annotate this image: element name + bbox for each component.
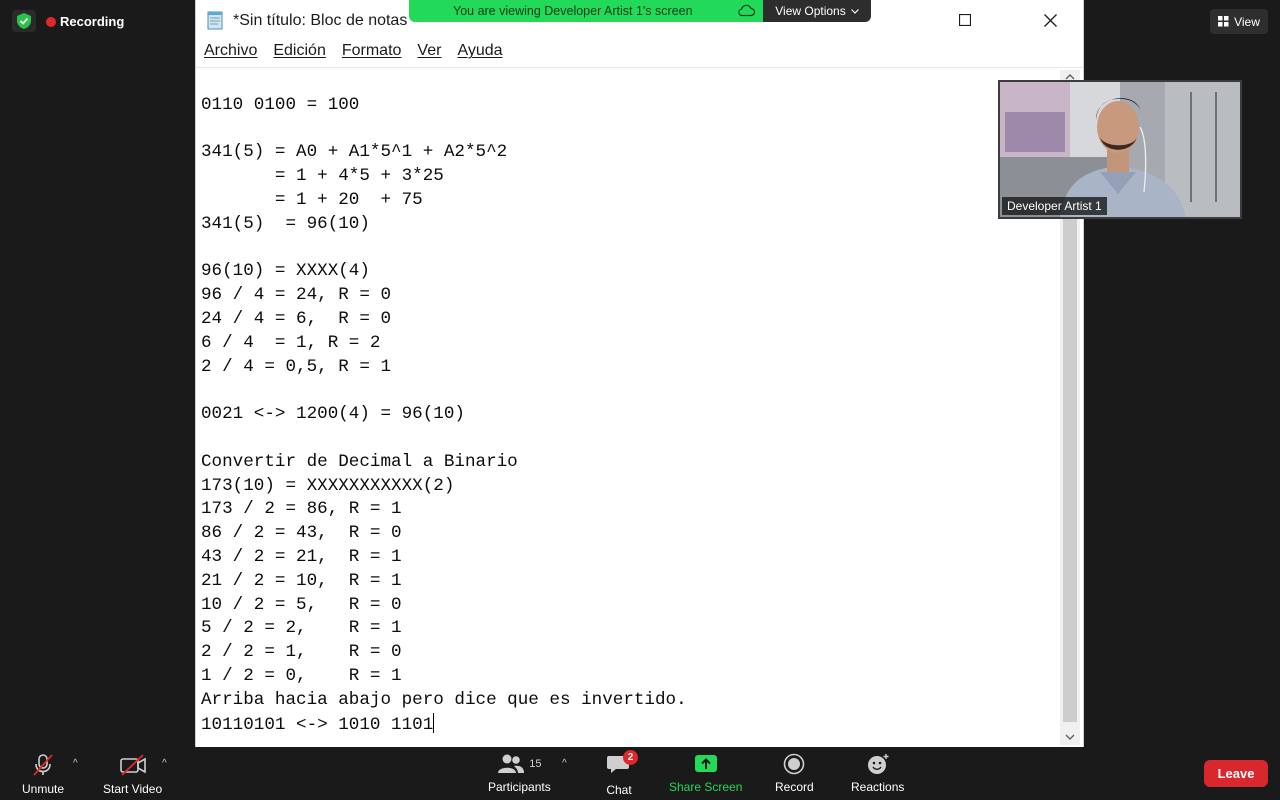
text-line: 173 / 2 = 86, R = 1 — [201, 499, 402, 520]
participants-count: 15 — [529, 758, 542, 770]
unmute-button[interactable]: Unmute — [22, 753, 64, 796]
security-shield-icon[interactable] — [12, 10, 36, 32]
menu-ayuda[interactable]: Ayuda — [457, 42, 502, 68]
record-button[interactable]: Record — [775, 753, 814, 794]
view-options-label: View Options — [775, 4, 846, 18]
leave-label: Leave — [1217, 766, 1255, 781]
text-line: 96 / 4 = 24, R = 0 — [201, 285, 392, 306]
participants-icon — [498, 754, 525, 773]
text-line: 5 / 2 = 2, R = 1 — [201, 618, 402, 639]
recording-dot-icon — [46, 16, 56, 27]
participants-label: Participants — [488, 780, 551, 794]
share-screen-label: Share Screen — [669, 780, 743, 794]
participant-name-label: Developer Artist 1 — [1002, 197, 1107, 215]
text-line — [201, 427, 1056, 451]
text-line: 0110 0100 = 100 — [201, 94, 360, 115]
view-button[interactable]: View — [1210, 9, 1268, 34]
participants-chevron-up-icon[interactable]: ^ — [562, 758, 567, 769]
text-line — [201, 379, 1056, 403]
share-screen-arrow-icon — [694, 755, 717, 772]
text-line: 341(5) = A0 + A1*5^1 + A2*5^2 — [201, 142, 508, 163]
notepad-window: *Sin título: Bloc de notas Archivo Edici… — [195, 0, 1084, 747]
view-options-button[interactable]: View Options — [763, 0, 871, 22]
maximize-icon — [959, 14, 971, 26]
text-line: 2 / 2 = 1, R = 0 — [201, 642, 402, 663]
text-line: = 1 + 20 + 75 — [201, 189, 423, 210]
notepad-text-area[interactable]: 0110 0100 = 100 341(5) = A0 + A1*5^1 + A2… — [201, 70, 1056, 745]
text-line: Convertir de Decimal a Binario — [201, 451, 518, 472]
scroll-down-icon — [1065, 734, 1075, 740]
maximize-button[interactable] — [942, 5, 988, 35]
text-line: 0021 <-> 1200(4) = 96(10) — [201, 404, 465, 425]
start-video-button[interactable]: Start Video — [103, 753, 162, 796]
text-line: 10110101 <-> 1010 1101 — [201, 712, 435, 735]
screen-share-banner: You are viewing Developer Artist 1's scr… — [409, 0, 763, 22]
text-line — [201, 237, 1056, 261]
reactions-button[interactable]: Reactions — [851, 753, 904, 794]
text-line: = 1 + 4*5 + 3*25 — [201, 166, 444, 187]
cloud-icon — [738, 4, 755, 17]
notepad-title: *Sin título: Bloc de notas — [233, 12, 408, 29]
text-line: 96(10) = XXXX(4) — [201, 261, 370, 282]
chat-unread-badge: 2 — [623, 750, 638, 765]
text-line: 10 / 2 = 5, R = 0 — [201, 594, 402, 615]
start-video-label: Start Video — [103, 782, 163, 796]
close-icon — [1043, 13, 1057, 27]
notepad-menu-bar: Archivo Edición Formato Ver Ayuda — [196, 42, 1083, 68]
text-line: 24 / 4 = 6, R = 0 — [201, 308, 392, 329]
view-button-label: View — [1234, 14, 1260, 29]
reactions-smiley-icon — [867, 754, 889, 774]
close-button[interactable] — [1027, 5, 1073, 35]
text-line: 173(10) = XXXXXXXXXXX(2) — [201, 475, 455, 496]
audio-options-chevron-up-icon[interactable]: ^ — [73, 758, 78, 769]
recording-indicator[interactable]: Recording — [46, 14, 124, 29]
recording-label: Recording — [60, 14, 125, 29]
text-line: Arriba hacia abajo pero dice que es inve… — [201, 689, 687, 710]
menu-divider — [196, 67, 1083, 68]
text-line — [201, 118, 1056, 142]
text-line — [201, 70, 1056, 94]
notepad-icon — [207, 11, 223, 30]
share-screen-button[interactable]: Share Screen — [669, 753, 742, 794]
menu-formato[interactable]: Formato — [342, 42, 402, 68]
reactions-label: Reactions — [851, 780, 905, 794]
leave-button[interactable]: Leave — [1204, 760, 1268, 787]
menu-ver[interactable]: Ver — [417, 42, 441, 68]
unmute-label: Unmute — [22, 782, 65, 796]
menu-edicion[interactable]: Edición — [273, 42, 325, 68]
text-line: 2 / 4 = 0,5, R = 1 — [201, 356, 392, 377]
chat-label: Chat — [606, 783, 632, 797]
text-caret — [433, 712, 435, 733]
zoom-meeting-window: Recording View *Sin título: Bloc de nota… — [0, 0, 1280, 800]
text-line: 341(5) = 96(10) — [201, 213, 370, 234]
record-label: Record — [775, 780, 814, 794]
text-line: 43 / 2 = 21, R = 1 — [201, 546, 402, 567]
menu-archivo[interactable]: Archivo — [204, 42, 257, 68]
text-line: 1 / 2 = 0, R = 1 — [201, 665, 402, 686]
grid-icon — [1218, 16, 1229, 27]
text-line: 86 / 2 = 43, R = 0 — [201, 523, 402, 544]
text-line: 6 / 4 = 1, R = 2 — [201, 332, 381, 353]
chat-button[interactable]: 2 Chat — [606, 750, 638, 797]
screen-share-banner-text: You are viewing Developer Artist 1's scr… — [453, 4, 693, 18]
record-icon — [784, 753, 805, 775]
microphone-muted-icon — [33, 754, 53, 776]
meeting-toolbar: Unmute ^ Start Video ^ 15 Participants ^… — [0, 747, 1280, 800]
participant-video-thumbnail[interactable]: Developer Artist 1 — [998, 80, 1242, 219]
chevron-down-icon — [850, 8, 859, 14]
text-line: 21 / 2 = 10, R = 1 — [201, 570, 402, 591]
video-options-chevron-up-icon[interactable]: ^ — [162, 758, 167, 769]
participants-button[interactable]: 15 Participants — [488, 753, 551, 794]
video-camera-off-icon — [119, 754, 146, 776]
